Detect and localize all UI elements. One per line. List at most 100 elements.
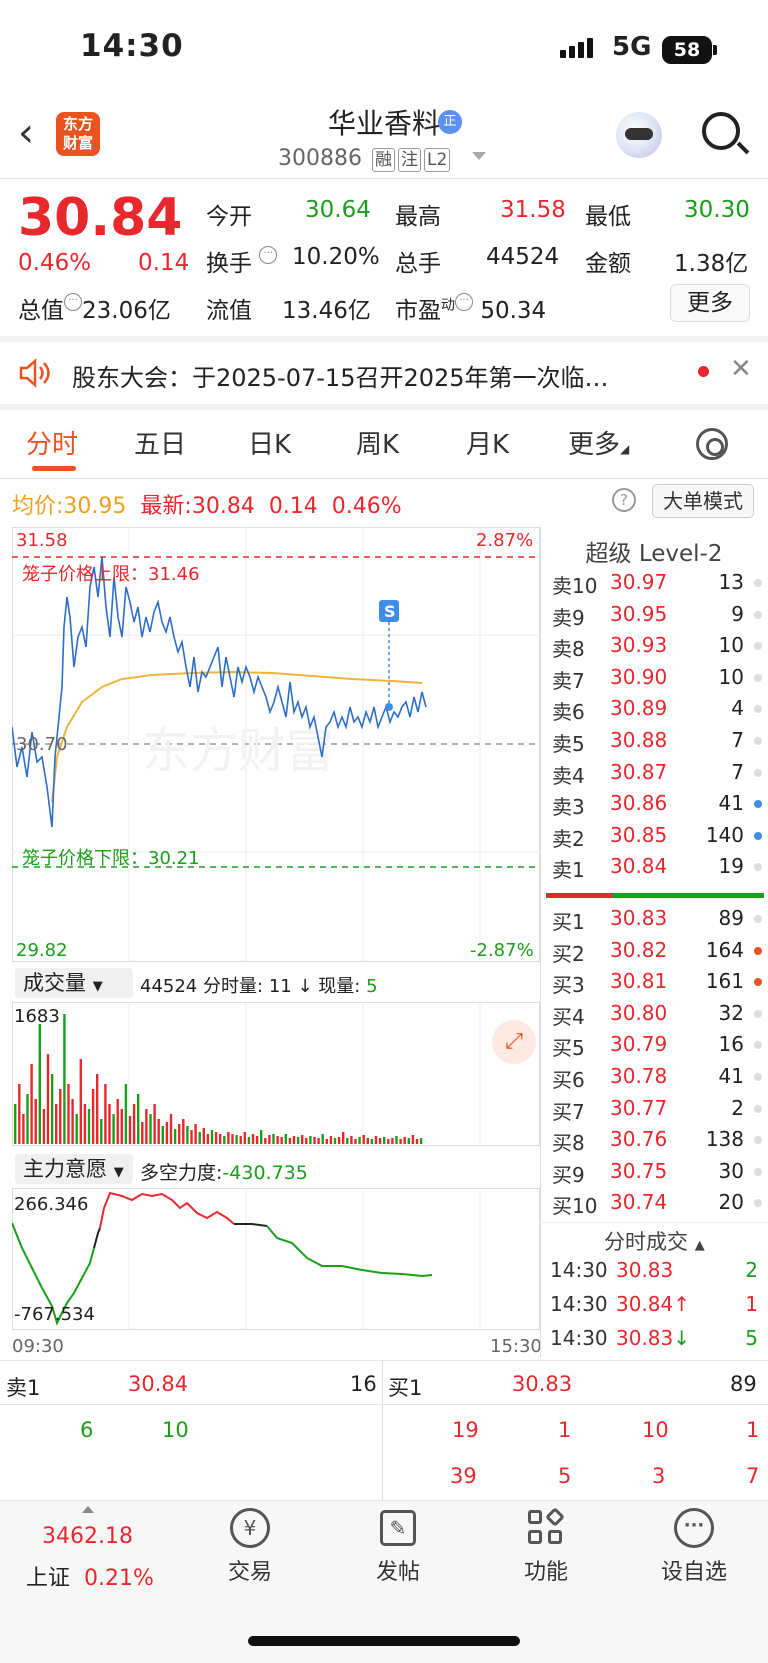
queue-ask-total: 16 [350, 1372, 377, 1396]
level-volume: 41 [718, 791, 744, 816]
volume-bar [169, 1114, 173, 1144]
level-label: 卖5 [552, 732, 585, 756]
index-value[interactable]: 3462.18 [42, 1524, 133, 1549]
ask-row[interactable]: 卖9 30.95 9 [540, 602, 768, 633]
tab-intraday[interactable]: 分时 [26, 424, 78, 461]
bid-row[interactable]: 买2 30.82 164 [540, 938, 768, 969]
tab-more[interactable]: 更多◢ [568, 424, 629, 461]
volume-bar [100, 1119, 103, 1144]
signal-icon [560, 38, 596, 58]
level2-title: 超级 Level-2 [585, 541, 723, 567]
bid-row[interactable]: 买10 30.74 20 [540, 1190, 768, 1221]
volume-bar [71, 1099, 74, 1144]
level-price: 30.90 [610, 664, 668, 689]
expand-icon[interactable]: ⤢ [492, 1020, 536, 1064]
level-dot [754, 978, 762, 987]
volume-bar [194, 1124, 197, 1144]
volume-bar [50, 1074, 54, 1144]
level-volume: 138 [705, 1127, 744, 1152]
tick-time: 14:30 [550, 1326, 608, 1350]
more-button[interactable]: 更多 [670, 284, 750, 322]
bid-row[interactable]: 买7 30.77 2 [540, 1096, 768, 1127]
bid-row[interactable]: 买8 30.76 138 [540, 1127, 768, 1158]
level-price: 30.81 [610, 969, 668, 994]
level-volume: 20 [718, 1190, 744, 1215]
bid-row[interactable]: 买1 30.83 89 [540, 906, 768, 937]
level-label: 买8 [552, 1131, 585, 1156]
info-dots-icon[interactable]: ··· [64, 293, 82, 311]
ask-row[interactable]: 卖7 30.90 10 [540, 665, 768, 696]
bid-row[interactable]: 买3 30.81 161 [540, 969, 768, 1000]
volume-bar [202, 1128, 205, 1144]
level-price: 30.86 [610, 791, 668, 816]
bid-row[interactable]: 买9 30.75 30 [540, 1159, 768, 1190]
robot-assistant-icon[interactable] [616, 112, 662, 158]
info-dots-icon[interactable]: ··· [259, 246, 278, 264]
level-volume: 89 [718, 906, 744, 930]
volume-bar [108, 1104, 111, 1144]
ticks-title[interactable]: 分时成交 ▲ [604, 1226, 705, 1256]
functions-button[interactable]: 功能 [486, 1507, 606, 1586]
ask-row[interactable]: 卖4 30.87 7 [540, 760, 768, 791]
queue-bid-total: 89 [730, 1372, 757, 1396]
volume-bar [239, 1136, 242, 1144]
volume-bar [141, 1122, 144, 1144]
volume-bar [38, 1024, 41, 1144]
level-price: 30.97 [610, 570, 668, 594]
info-dots-icon[interactable]: ··· [455, 293, 473, 311]
expand-up-icon[interactable] [82, 1506, 94, 1513]
level-dot [754, 1009, 762, 1018]
trade-button[interactable]: ¥ 交易 [190, 1508, 310, 1586]
queue-bid-order: 3 [652, 1464, 666, 1488]
close-icon[interactable]: ✕ [730, 354, 752, 384]
divider [0, 1360, 768, 1361]
gear-icon[interactable] [696, 428, 728, 460]
bid-row[interactable]: 买5 30.79 16 [540, 1032, 768, 1063]
open-label: 今开 [206, 204, 252, 230]
volume-bar [251, 1134, 255, 1144]
big-order-mode-button[interactable]: 大单模式 [652, 484, 754, 518]
volume-bar [399, 1139, 402, 1144]
post-button[interactable]: ✎ 发帖 [338, 1508, 458, 1586]
mktcap-label: 总值 ··· 23.06亿 [18, 293, 171, 324]
volume-bar [370, 1139, 374, 1144]
ask-row[interactable]: 卖1 30.84 19 [540, 854, 768, 885]
volume-bar [91, 1089, 95, 1144]
ask-row[interactable]: 卖3 30.86 41 [540, 791, 768, 822]
level-dot [754, 642, 762, 651]
search-icon[interactable] [702, 112, 740, 150]
bid-row[interactable]: 买6 30.78 41 [540, 1064, 768, 1095]
level-dot [754, 1073, 762, 1081]
ask-row[interactable]: 卖8 30.93 10 [540, 633, 768, 664]
stock-code-row[interactable]: 300886 融注 L2 [278, 146, 451, 172]
volume-bar [354, 1139, 357, 1144]
ask-row[interactable]: 卖6 30.89 4 [540, 696, 768, 727]
level-dot [754, 863, 762, 872]
ask-row[interactable]: 卖5 30.88 7 [540, 728, 768, 759]
tick-time: 14:30 [550, 1258, 608, 1282]
notice-text[interactable]: 股东大会：于2025-07-15召开2025年第一次临… [72, 358, 662, 393]
tab-five-day[interactable]: 五日 [134, 424, 186, 461]
level-volume: 19 [718, 854, 744, 879]
help-icon[interactable]: ? [612, 488, 636, 512]
index-name-row[interactable]: 上证 0.21% [26, 1560, 154, 1592]
level-label: 买10 [552, 1194, 598, 1219]
tab-monthly-k[interactable]: 月K [466, 424, 509, 461]
tab-weekly-k[interactable]: 周K [356, 424, 399, 461]
tab-daily-k[interactable]: 日K [248, 424, 291, 461]
volume-selector[interactable]: 成交量 ▼ [15, 968, 133, 998]
volume-bar [288, 1138, 292, 1144]
unread-dot [698, 366, 709, 377]
ask-row[interactable]: 卖10 30.97 13 [540, 570, 768, 601]
ask-row[interactable]: 卖2 30.85 140 [540, 823, 768, 854]
level-label: 卖4 [552, 763, 585, 788]
add-watchlist-button[interactable]: ··· 设自选 [634, 1508, 754, 1586]
stock-code: 300886 [278, 146, 362, 171]
force-selector[interactable]: 主力意愿 ▼ [15, 1154, 133, 1184]
watermark: 东方财富 [142, 723, 334, 779]
volume-bar [243, 1132, 246, 1144]
bid-row[interactable]: 买4 30.80 32 [540, 1001, 768, 1032]
volume-bar [362, 1135, 365, 1144]
chevron-down-icon[interactable] [472, 152, 486, 160]
volume-bar [206, 1134, 210, 1144]
